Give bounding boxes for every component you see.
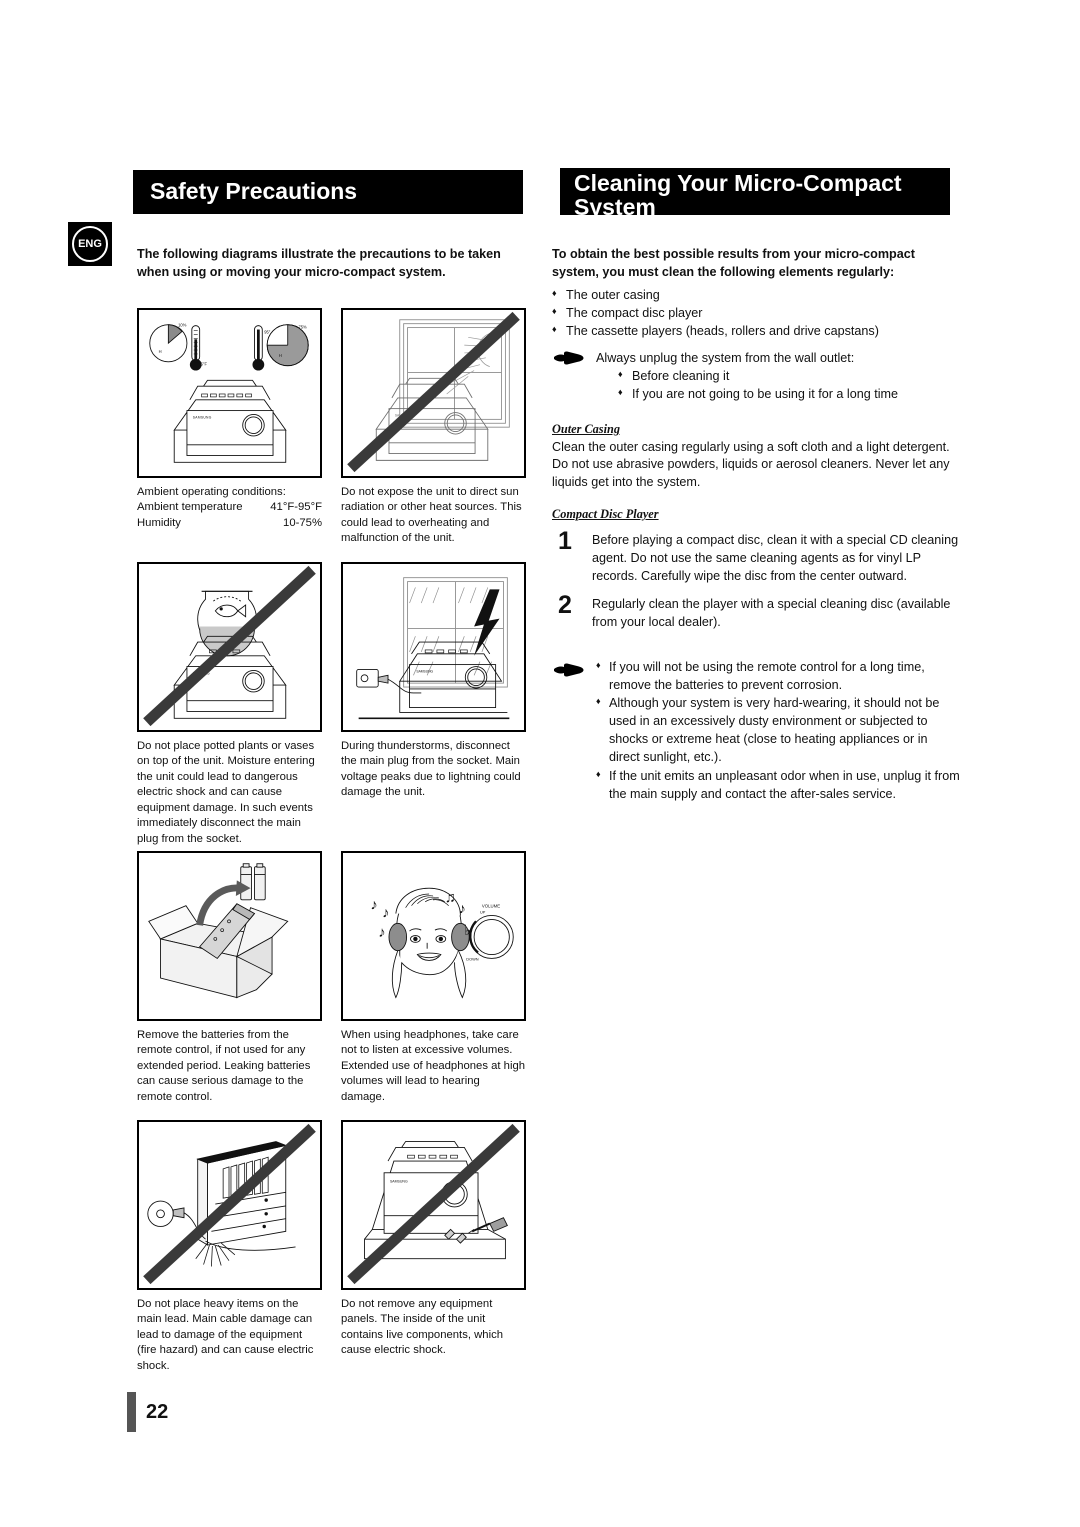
caption-remove-batteries: Remove the batteries from the remote con… (137, 1029, 311, 1103)
list-item: Before cleaning it (618, 367, 960, 385)
svg-text:H: H (159, 349, 162, 354)
figure-row-4: SAMSUNG Do not place heavy items on the … (137, 1120, 527, 1374)
list-item: If the unit emits an unpleasant odor whe… (596, 767, 960, 803)
cd-player-section: Compact Disc Player 1 Before playing a c… (552, 507, 960, 631)
caption-thunderstorm-unplug: During thunderstorms, disconnect the mai… (341, 740, 521, 799)
step-text: Regularly clean the player with a specia… (592, 597, 951, 629)
svg-text:DOWN: DOWN (466, 956, 479, 961)
svg-text:♫: ♫ (445, 890, 456, 906)
figure-ambient-conditions: 10% H 5°F 95° 75% H SAMSUNG (137, 308, 322, 478)
figure-do-not-remove-panels: SAMSUNG (341, 1120, 526, 1290)
svg-text:VOLUME: VOLUME (482, 904, 500, 909)
caption-headphone-volume: When using headphones, take care not to … (341, 1029, 526, 1103)
list-item: Although your system is very hard-wearin… (596, 694, 960, 767)
language-badge-label: ENG (78, 237, 102, 250)
svg-text:♪: ♪ (458, 902, 465, 918)
manual-page: ENG Safety Precautions Cleaning Your Mic… (0, 0, 1080, 1527)
step-number: 2 (558, 591, 572, 619)
caption-value: 10-75% (283, 516, 322, 529)
unplug-note-title: Always unplug the system from the wall o… (596, 351, 855, 366)
final-notes: If you will not be using the remote cont… (552, 658, 960, 803)
section-title-safety: Safety Precautions (150, 178, 358, 204)
figure-thunderstorm-unplug: SAMSUNG (341, 562, 526, 732)
page-number: 22 (127, 1392, 168, 1432)
cleaning-lead-text: To obtain the best possible results from… (552, 247, 915, 279)
figure-potted-plants-vases: SAMSUNG (137, 562, 322, 732)
pointing-hand-icon (552, 350, 586, 366)
unplug-note: Always unplug the system from the wall o… (552, 349, 960, 403)
caption-value: 41°F-95°F (270, 501, 322, 514)
svg-text:♪: ♪ (378, 925, 385, 941)
caption-row-3: Remove the batteries from the remote con… (137, 1028, 527, 1105)
svg-text:♪: ♪ (370, 898, 377, 914)
right-column: To obtain the best possible results from… (552, 246, 960, 803)
svg-text:10%: 10% (178, 323, 187, 328)
figure-headphone-volume: ♪ ♪ ♪ ♫ ♪ ♭ UP DOWN VOLUME (341, 851, 526, 1021)
section-banner-cleaning: Cleaning Your Micro-Compact System (560, 168, 950, 219)
list-item: The outer casing (552, 286, 960, 304)
list-item: The cassette players (heads, rollers and… (552, 322, 960, 340)
figure-heavy-items-on-lead (137, 1120, 322, 1290)
section-title-cleaning: Cleaning Your Micro-Compact System (574, 170, 902, 220)
cleaning-elements-list: The outer casing The compact disc player… (552, 286, 960, 340)
step-number: 1 (558, 527, 572, 556)
pointing-hand-icon (552, 662, 586, 678)
page-number-bar (127, 1392, 136, 1432)
svg-text:SAMSUNG: SAMSUNG (390, 1180, 408, 1184)
svg-text:SAMSUNG: SAMSUNG (416, 669, 433, 673)
svg-text:5°F: 5°F (201, 362, 208, 367)
figure-remove-batteries (137, 851, 322, 1021)
caption-line: Ambient temperature (137, 501, 243, 514)
safety-lead-text: The following diagrams illustrate the pr… (137, 247, 501, 279)
caption-line: Humidity (137, 516, 181, 529)
list-item: If you are not going to be using it for … (618, 385, 960, 403)
figure-row-1: 10% H 5°F 95° 75% H SAMSUNG Ambient oper… (137, 308, 527, 547)
section-banner-safety: Safety Precautions (133, 170, 523, 214)
caption-row-1: Ambient operating conditions: Ambient te… (137, 485, 527, 547)
page-number-label: 22 (146, 1400, 169, 1423)
cd-step-1: 1 Before playing a compact disc, clean i… (552, 527, 960, 586)
caption-row-2: Do not place potted plants or vases on t… (137, 739, 527, 847)
figure-row-3: ♪ ♪ ♪ ♫ ♪ ♭ UP DOWN VOLUME Remove the ba… (137, 851, 527, 1105)
final-notes-list: If you will not be using the remote cont… (596, 658, 960, 803)
cd-player-heading: Compact Disc Player (552, 507, 659, 522)
left-column: The following diagrams illustrate the pr… (137, 246, 527, 282)
step-text: Before playing a compact disc, clean it … (592, 533, 959, 584)
svg-text:SAMSUNG: SAMSUNG (193, 415, 212, 419)
figure-row-2: SAMSUNG Do not place potted plants or va… (137, 562, 527, 847)
caption-row-4: Do not place heavy items on the main lea… (137, 1297, 527, 1374)
figure-direct-sunlight: SAMSUNG (341, 308, 526, 478)
svg-text:H: H (279, 353, 282, 358)
cd-step-2: 2 Regularly clean the player with a spec… (552, 591, 960, 632)
svg-text:♪: ♪ (382, 905, 389, 921)
caption-direct-sunlight: Do not expose the unit to direct sun rad… (341, 486, 522, 545)
outer-casing-text: Clean the outer casing regularly using a… (552, 439, 950, 489)
outer-casing-section: Outer Casing Clean the outer casing regu… (552, 422, 960, 492)
unplug-note-list: Before cleaning it If you are not going … (618, 367, 960, 403)
svg-text:UP: UP (480, 910, 486, 915)
list-item: The compact disc player (552, 304, 960, 322)
caption-heavy-items-on-lead: Do not place heavy items on the main lea… (137, 1298, 314, 1372)
language-badge-ring: ENG (72, 226, 108, 262)
svg-text:95°: 95° (264, 329, 271, 334)
caption-potted-plants-vases: Do not place potted plants or vases on t… (137, 740, 315, 845)
list-item: If you will not be using the remote cont… (596, 658, 960, 694)
caption-ambient-conditions: Ambient operating conditions: Ambient te… (137, 485, 322, 547)
caption-line: Ambient operating conditions: (137, 486, 286, 498)
caption-do-not-remove-panels: Do not remove any equipment panels. The … (341, 1298, 504, 1357)
outer-casing-heading: Outer Casing (552, 421, 620, 436)
language-badge: ENG (68, 222, 112, 266)
svg-text:75%: 75% (298, 325, 307, 330)
